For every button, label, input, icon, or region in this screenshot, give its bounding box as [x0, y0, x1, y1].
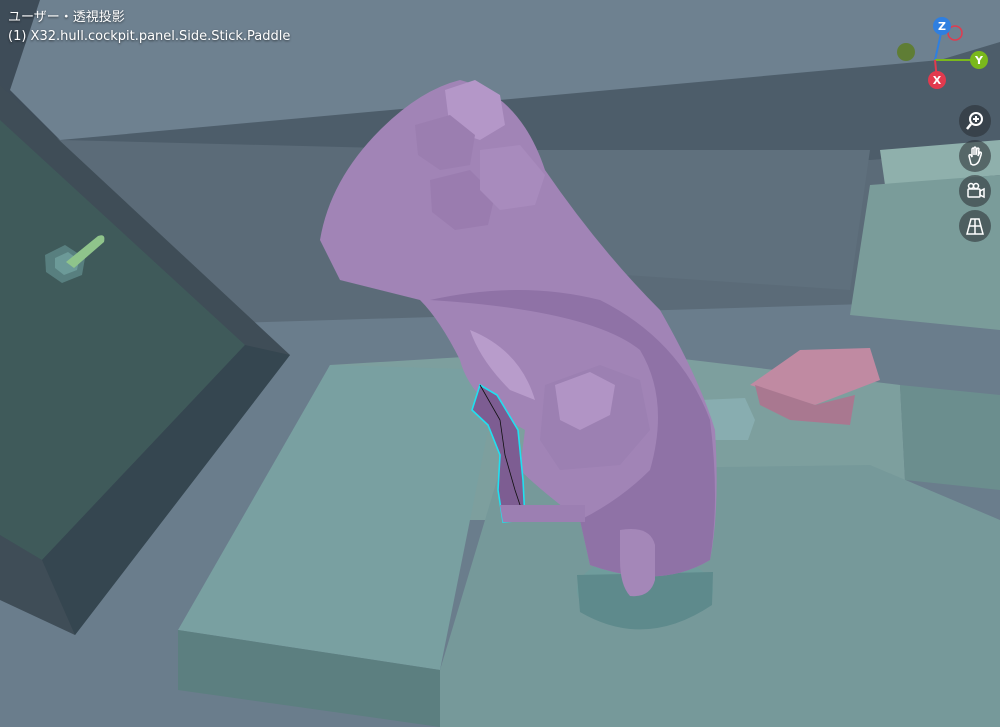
zoom-icon	[966, 112, 983, 130]
x-axis-label: X	[933, 74, 942, 87]
navigation-gizmo[interactable]: Z Y X	[890, 12, 1000, 97]
view-mode-label: ユーザー・透視投影	[8, 10, 125, 25]
3d-viewport[interactable]: ユーザー・透視投影 (1) X32.hull.cockpit.panel.Sid…	[0, 0, 1000, 727]
paddle-foot	[500, 505, 585, 522]
ortho-toggle-button[interactable]	[959, 210, 991, 242]
hand-pan-icon	[968, 146, 983, 166]
active-object-label: (1) X32.hull.cockpit.panel.Side.Stick.Pa…	[8, 29, 291, 44]
pinky-paddle	[620, 529, 655, 597]
y-axis-label: Y	[974, 54, 984, 67]
z-axis-label: Z	[938, 20, 946, 33]
camera-view-icon	[967, 182, 985, 199]
grid-ortho-icon	[966, 218, 984, 235]
neg-y-axis-handle[interactable]	[897, 43, 915, 61]
console-box-right-face	[900, 385, 1000, 490]
pan-button[interactable]	[959, 140, 991, 172]
camera-view-button[interactable]	[959, 175, 991, 207]
viewport-scene	[0, 0, 1000, 727]
zoom-button[interactable]	[959, 105, 991, 137]
